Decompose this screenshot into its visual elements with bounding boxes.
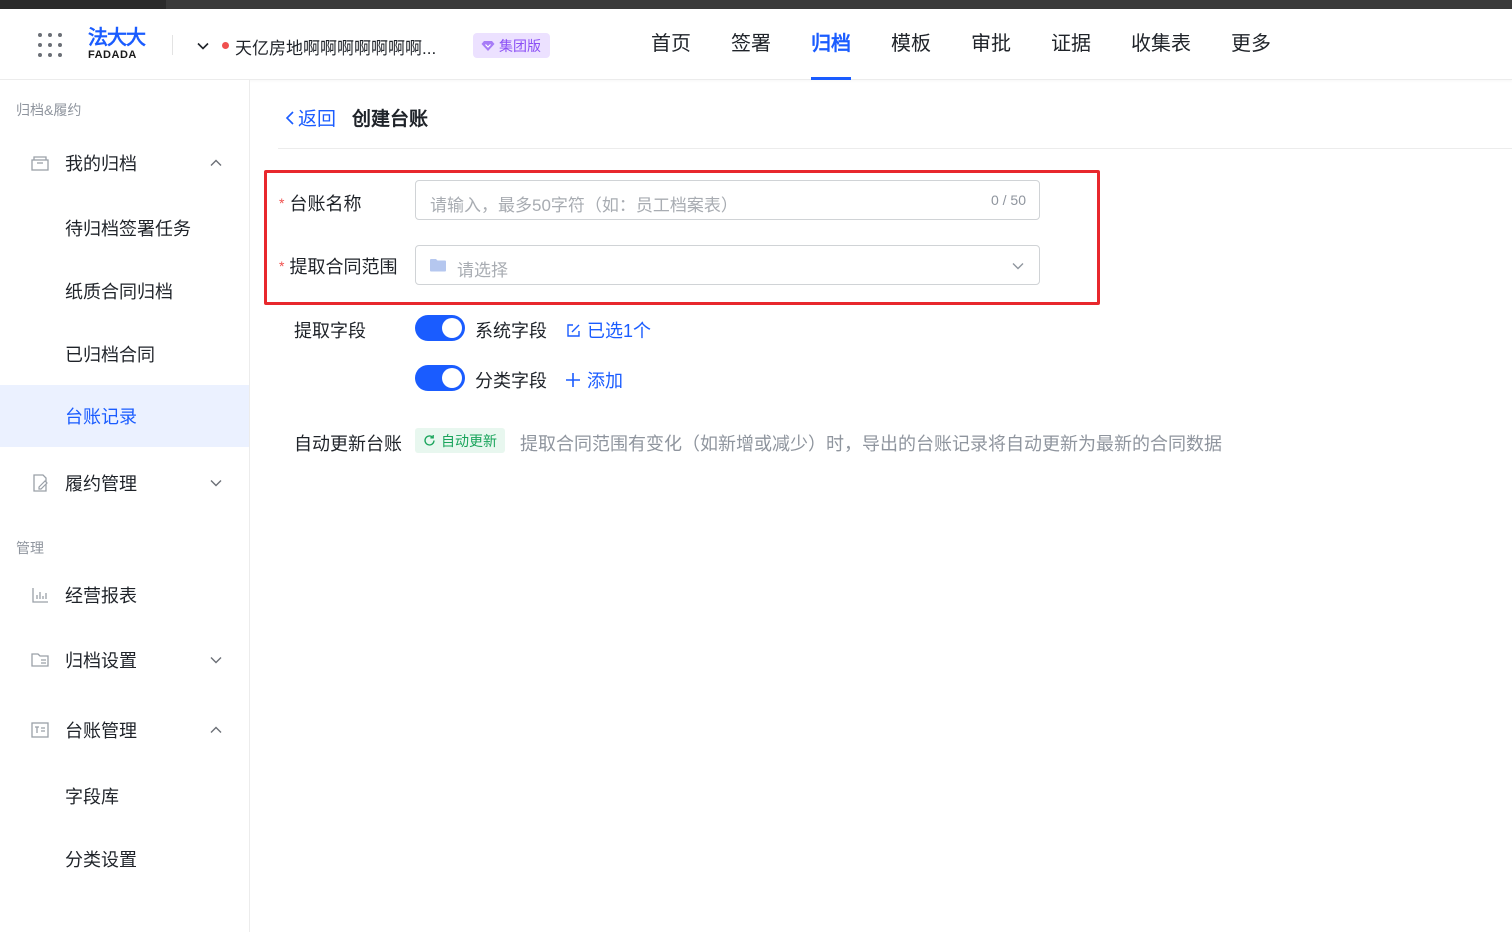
system-fields-label: 系统字段 — [475, 321, 547, 341]
plus-icon — [566, 373, 580, 387]
chevron-down-icon — [210, 480, 222, 487]
ledger-table-icon — [31, 722, 49, 738]
system-fields-toggle[interactable] — [415, 315, 465, 341]
sidebar-item-field-library[interactable]: 字段库 — [0, 766, 249, 826]
sidebar-section-manage: 管理 — [16, 540, 44, 556]
chevron-down-icon — [1012, 263, 1024, 270]
company-switch-chevron-icon[interactable] — [196, 39, 210, 53]
sidebar-item-label: 归档设置 — [65, 651, 137, 671]
sidebar-item-label: 我的归档 — [65, 154, 137, 174]
back-link-label: 返回 — [298, 109, 337, 130]
sidebar-item-ledger-manage[interactable]: 台账管理 — [0, 700, 249, 760]
folder-settings-icon — [31, 653, 49, 667]
header-divider — [172, 35, 173, 55]
bar-chart-icon — [32, 588, 48, 603]
document-edit-icon — [33, 474, 48, 492]
main-nav: 首页 签署 归档 模板 审批 证据 收集表 更多 — [651, 9, 1311, 80]
fadada-logo[interactable]: 法大大 FADADA — [88, 27, 152, 61]
title-divider — [278, 148, 1512, 149]
app-grid-icon[interactable] — [37, 32, 63, 58]
toggle-knob — [442, 318, 462, 338]
sidebar-item-my-archive[interactable]: 我的归档 — [0, 133, 249, 193]
extract-fields-label: 提取字段 — [294, 321, 366, 341]
edition-badge-label: 集团版 — [499, 37, 541, 54]
ledger-name-label-text: 台账名称 — [289, 194, 362, 214]
category-fields-link-label: 添加 — [587, 371, 623, 391]
edition-badge: 集团版 — [473, 33, 550, 58]
company-name[interactable]: 天亿房地啊啊啊啊啊啊啊... — [235, 34, 436, 59]
chevron-down-icon — [210, 657, 222, 664]
back-link[interactable]: 返回 — [284, 104, 336, 131]
chevron-up-icon — [210, 726, 222, 733]
auto-update-label: 自动更新台账 — [294, 434, 402, 454]
auto-update-description: 提取合同范围有变化（如新增或减少）时，导出的台账记录将自动更新为最新的合同数据 — [520, 434, 1222, 454]
main-content: 返回 创建台账 * 台账名称 请输入，最多50字符（如：员工档案表） 0 / 50… — [250, 80, 1512, 932]
nav-archive[interactable]: 归档 — [811, 9, 851, 80]
nav-approval[interactable]: 审批 — [971, 9, 1011, 80]
toggle-knob — [442, 368, 462, 388]
sidebar-item-archive-settings[interactable]: 归档设置 — [0, 630, 249, 690]
company-status-dot — [222, 42, 229, 49]
refresh-icon — [424, 435, 435, 446]
edit-icon — [567, 323, 580, 337]
sidebar-item-label: 台账记录 — [65, 407, 137, 427]
folder-icon — [430, 259, 446, 272]
sidebar-item-label: 待归档签署任务 — [65, 219, 191, 239]
diamond-icon — [481, 40, 495, 51]
sidebar-item-reports[interactable]: 经营报表 — [0, 565, 249, 625]
system-fields-selected-link[interactable]: 已选1个 — [566, 317, 651, 343]
nav-home[interactable]: 首页 — [651, 9, 691, 80]
scope-placeholder: 请选择 — [457, 261, 508, 280]
window-top-strip — [0, 0, 1512, 9]
category-fields-toggle[interactable] — [415, 365, 465, 391]
sidebar-item-label: 履约管理 — [65, 474, 137, 494]
sidebar-item-label: 经营报表 — [65, 586, 137, 606]
sidebar-item-archived-contracts[interactable]: 已归档合同 — [0, 324, 249, 384]
auto-update-tag-label: 自动更新 — [441, 432, 497, 449]
chevron-left-icon — [285, 110, 294, 125]
nav-sign[interactable]: 签署 — [731, 9, 771, 80]
scope-label: * 提取合同范围 — [279, 253, 397, 279]
nav-more[interactable]: 更多 — [1231, 9, 1271, 80]
sidebar-item-label: 分类设置 — [65, 850, 137, 870]
sidebar-item-pending-tasks[interactable]: 待归档签署任务 — [0, 198, 249, 258]
scope-label-text: 提取合同范围 — [289, 257, 398, 277]
sidebar-item-category-settings[interactable]: 分类设置 — [0, 829, 249, 889]
sidebar: 归档&履约 我的归档 待归档签署任务 纸质合同归档 已归档合同 台账记录 履约管… — [0, 80, 250, 932]
sidebar-item-label: 纸质合同归档 — [65, 282, 173, 302]
top-header: 法大大 FADADA 天亿房地啊啊啊啊啊啊啊... 集团版 首页 签署 归档 模… — [0, 9, 1512, 80]
contract-scope-select[interactable]: 请选择 — [415, 245, 1040, 285]
sidebar-section-archive: 归档&履约 — [16, 102, 82, 118]
ledger-name-placeholder: 请输入，最多50字符（如：员工档案表） — [430, 196, 738, 215]
sidebar-item-label: 已归档合同 — [65, 345, 155, 365]
nav-template[interactable]: 模板 — [891, 9, 931, 80]
sidebar-item-ledger-records[interactable]: 台账记录 — [0, 385, 249, 447]
required-asterisk: * — [279, 195, 285, 211]
sidebar-item-label: 字段库 — [65, 787, 119, 807]
category-fields-add-link[interactable]: 添加 — [565, 367, 623, 393]
required-asterisk: * — [279, 258, 285, 274]
chevron-up-icon — [210, 159, 222, 166]
ledger-name-input[interactable]: 请输入，最多50字符（如：员工档案表） 0 / 50 — [415, 180, 1040, 220]
sidebar-item-label: 台账管理 — [65, 721, 137, 741]
char-count: 0 / 50 — [990, 192, 1026, 208]
nav-collection-form[interactable]: 收集表 — [1131, 9, 1191, 80]
archive-box-icon — [31, 156, 49, 171]
page-title: 创建台账 — [352, 109, 429, 130]
ledger-name-label: * 台账名称 — [279, 190, 361, 216]
sidebar-item-paper-archive[interactable]: 纸质合同归档 — [0, 261, 249, 321]
system-fields-link-label: 已选1个 — [587, 321, 652, 341]
nav-evidence[interactable]: 证据 — [1051, 9, 1091, 80]
sidebar-item-performance[interactable]: 履约管理 — [0, 453, 249, 513]
category-fields-label: 分类字段 — [475, 371, 547, 391]
auto-update-tag: 自动更新 — [415, 428, 505, 453]
